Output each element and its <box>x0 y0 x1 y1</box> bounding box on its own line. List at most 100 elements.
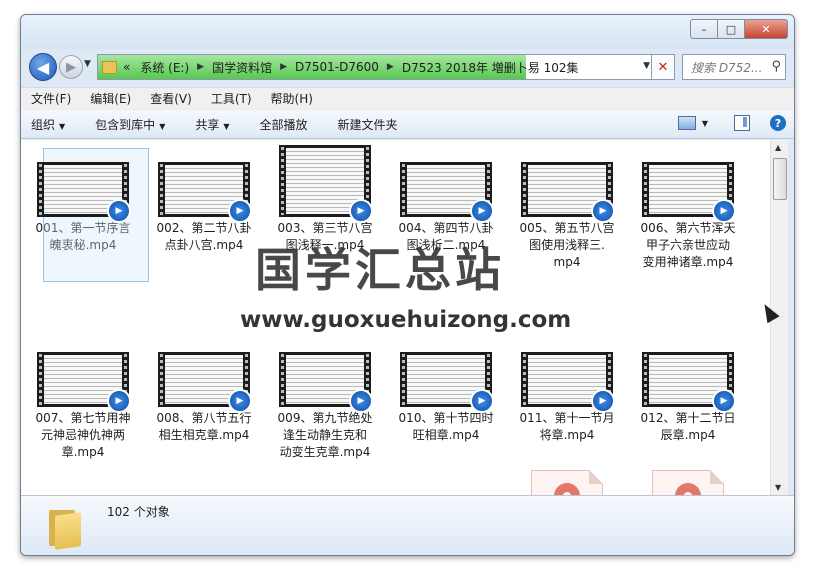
file-item[interactable]: ▶ 005、第五节八宫 图使用浅释三. mp4 <box>507 162 627 271</box>
minimize-button[interactable]: – <box>690 19 718 39</box>
file-name: 007、第七节用神 元神忌神仇神两 章.mp4 <box>35 411 131 459</box>
search-box[interactable]: 搜索 D752... ⚲ <box>682 54 786 80</box>
item-count: 102 个对象 <box>107 505 170 519</box>
preview-pane-icon[interactable] <box>734 115 750 131</box>
play-badge-icon: ▶ <box>228 199 252 223</box>
view-options-chevron-icon[interactable]: ▼ <box>702 119 708 128</box>
scroll-up-icon[interactable]: ▲ <box>775 143 781 152</box>
file-item[interactable]: ▶ 007、第七节用神 元神忌神仇神两 章.mp4 <box>23 352 143 461</box>
file-name: 008、第八节五行 相生相克章.mp4 <box>156 411 252 442</box>
navigation-row: ◀ ▶ ▼ « 系统 (E:) ▶ 国学资料馆 ▶ D7501-D7600 ▶ … <box>21 51 794 83</box>
video-thumbnail: ▶ <box>521 352 615 413</box>
file-name: 010、第十节四时 旺相章.mp4 <box>398 411 494 442</box>
watermark-url: www.guoxuehuizong.com <box>240 307 572 333</box>
chevron-down-icon: ▼ <box>59 121 66 131</box>
video-thumbnail: ▶ <box>158 352 252 413</box>
address-dropdown-icon[interactable]: ▼ <box>643 61 650 71</box>
breadcrumb-item-drive[interactable]: 系统 (E:) <box>140 59 189 76</box>
file-item[interactable]: ▶ 012、第十二节日 辰章.mp4 <box>628 352 748 444</box>
file-item[interactable]: ▶ 011、第十一节月 将章.mp4 <box>507 352 627 444</box>
file-item[interactable]: ▶ 010、第十节四时 旺相章.mp4 <box>386 352 506 444</box>
chevron-down-icon: ▼ <box>159 121 166 131</box>
search-icon[interactable]: ⚲ <box>771 59 781 74</box>
video-file-icon <box>652 470 724 495</box>
menu-view[interactable]: 查看(V) <box>150 90 192 107</box>
breadcrumb-item-range[interactable]: D7501-D7600 <box>295 60 379 74</box>
video-thumbnail: ▶ <box>158 162 252 223</box>
video-thumbnail: ▶ <box>279 145 373 223</box>
recent-pages-dropdown-icon[interactable]: ▼ <box>84 59 91 69</box>
video-thumbnail: ▶ <box>37 162 131 223</box>
play-badge-icon: ▶ <box>591 199 615 223</box>
file-item[interactable]: ▶ 002、第二节八卦 点卦八宫.mp4 <box>144 162 264 254</box>
play-badge-icon: ▶ <box>591 389 615 413</box>
file-item[interactable]: ▶ 009、第九节绝处 逢生动静生克和 动变生克章.mp4 <box>265 352 385 461</box>
file-item[interactable]: ▶ 001、第一节序言 魄衷秘.mp4 <box>23 148 149 282</box>
play-badge-icon: ▶ <box>470 199 494 223</box>
share-button[interactable]: 共享 ▼ <box>195 116 229 133</box>
breadcrumb-separator-icon[interactable]: ▶ <box>280 62 287 72</box>
command-toolbar: 组织 ▼ 包含到库中 ▼ 共享 ▼ 全部播放 新建文件夹 ▼ ? <box>21 109 794 139</box>
breadcrumb: « 系统 (E:) ▶ 国学资料馆 ▶ D7501-D7600 ▶ D7523 … <box>102 55 579 79</box>
stop-icon[interactable]: ✕ <box>651 54 675 80</box>
video-thumbnail: ▶ <box>279 352 373 413</box>
play-badge-icon: ▶ <box>107 199 131 223</box>
file-item[interactable]: ▶ 008、第八节五行 相生相克章.mp4 <box>144 352 264 444</box>
video-thumbnail: ▶ <box>400 352 494 413</box>
organize-button[interactable]: 组织 ▼ <box>31 116 65 133</box>
include-in-library-button[interactable]: 包含到库中 ▼ <box>95 116 165 133</box>
file-name: 002、第二节八卦 点卦八宫.mp4 <box>156 221 252 252</box>
breadcrumb-item-current[interactable]: D7523 2018年 増删卜易 102集 <box>402 59 579 76</box>
video-thumbnail: ▶ <box>400 162 494 223</box>
file-item-generic[interactable] <box>507 470 627 495</box>
share-label: 共享 <box>195 117 220 132</box>
video-thumbnail: ▶ <box>521 162 615 223</box>
forward-button[interactable]: ▶ <box>59 55 83 79</box>
folder-icon <box>49 508 83 550</box>
play-badge-icon: ▶ <box>470 389 494 413</box>
scroll-thumb[interactable] <box>773 158 787 200</box>
menu-help[interactable]: 帮助(H) <box>271 90 313 107</box>
change-view-icon[interactable] <box>677 116 696 130</box>
menu-edit[interactable]: 编辑(E) <box>90 90 131 107</box>
maximize-button[interactable]: □ <box>718 19 745 39</box>
status-bar: 102 个对象 <box>21 495 794 555</box>
play-badge-icon: ▶ <box>712 389 736 413</box>
folder-icon <box>102 60 117 74</box>
play-badge-icon: ▶ <box>712 199 736 223</box>
breadcrumb-separator-icon[interactable]: ▶ <box>197 62 204 72</box>
file-name: 011、第十一节月 将章.mp4 <box>519 411 615 442</box>
play-badge-icon: ▶ <box>349 389 373 413</box>
watermark-text: 国学汇总站 <box>255 243 505 297</box>
play-badge-icon: ▶ <box>107 389 131 413</box>
window-controls: – □ ✕ <box>690 19 788 39</box>
file-item-generic[interactable] <box>628 470 748 495</box>
back-button[interactable]: ◀ <box>29 53 57 81</box>
chevron-down-icon: ▼ <box>223 121 230 131</box>
play-all-button[interactable]: 全部播放 <box>260 116 308 133</box>
organize-label: 组织 <box>31 117 56 132</box>
play-badge-icon: ▶ <box>228 389 252 413</box>
menu-file[interactable]: 文件(F) <box>31 90 71 107</box>
close-button[interactable]: ✕ <box>745 19 788 39</box>
file-name: 005、第五节八宫 图使用浅释三. mp4 <box>519 221 615 269</box>
menu-tools[interactable]: 工具(T) <box>211 90 252 107</box>
video-file-icon <box>531 470 603 495</box>
video-thumbnail: ▶ <box>642 352 736 413</box>
breadcrumb-overflow[interactable]: « <box>123 60 130 74</box>
include-label: 包含到库中 <box>95 117 156 132</box>
address-bar[interactable]: « 系统 (E:) ▶ 国学资料馆 ▶ D7501-D7600 ▶ D7523 … <box>97 54 657 80</box>
title-bar: – □ ✕ <box>21 15 794 49</box>
file-name: 006、第六节浑天 甲子六亲世应动 变用神诸章.mp4 <box>640 221 736 269</box>
play-badge-icon: ▶ <box>349 199 373 223</box>
file-item[interactable]: ▶ 006、第六节浑天 甲子六亲世应动 变用神诸章.mp4 <box>628 162 748 271</box>
video-thumbnail: ▶ <box>37 352 131 413</box>
breadcrumb-item-library[interactable]: 国学资料馆 <box>212 59 272 76</box>
toolbar-right: ▼ ? <box>677 115 786 131</box>
breadcrumb-separator-icon[interactable]: ▶ <box>387 62 394 72</box>
new-folder-button[interactable]: 新建文件夹 <box>338 116 398 133</box>
video-thumbnail: ▶ <box>642 162 736 223</box>
file-name: 009、第九节绝处 逢生动静生克和 动变生克章.mp4 <box>277 411 373 459</box>
scroll-down-icon[interactable]: ▼ <box>775 483 781 492</box>
help-icon[interactable]: ? <box>770 115 786 131</box>
